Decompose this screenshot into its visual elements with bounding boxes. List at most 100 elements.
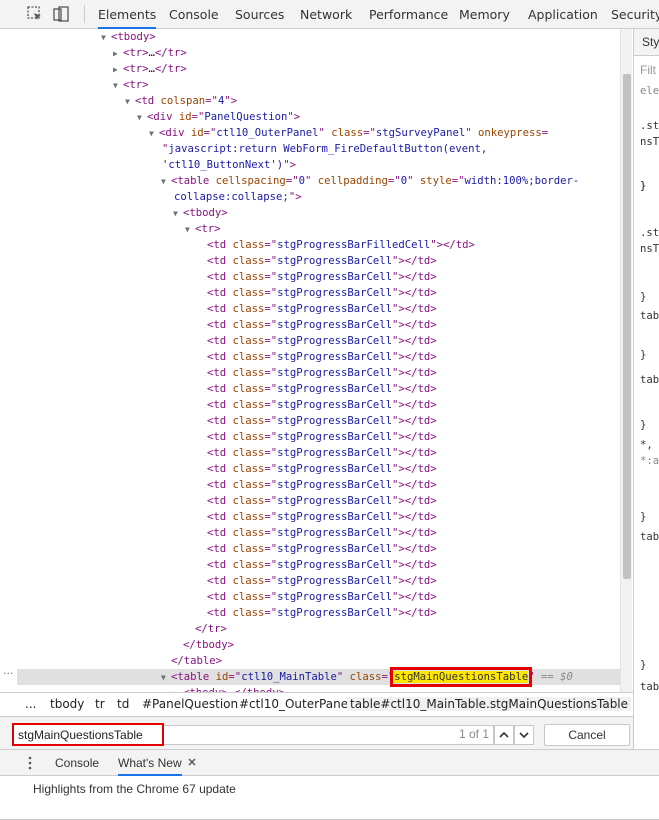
tab-security[interactable]: Security xyxy=(611,0,659,29)
dom-node-line[interactable]: <td class="stgProgressBarCell"></td> xyxy=(17,413,620,429)
more-options-icon[interactable] xyxy=(27,756,33,770)
breadcrumb-item[interactable]: tbody xyxy=(50,697,84,711)
dom-node-line[interactable]: <td class="stgProgressBarFilledCell"></t… xyxy=(17,237,620,253)
whats-new-headline[interactable]: Highlights from the Chrome 67 update xyxy=(33,782,236,796)
dom-node-line[interactable]: ▼ <div id="PanelQuestion"> xyxy=(17,109,620,125)
dom-node-line[interactable]: <td class="stgProgressBarCell"></td> xyxy=(17,509,620,525)
expand-arrow-icon[interactable]: ▼ xyxy=(101,30,111,46)
dom-node-line[interactable]: ▼ <div id="ctl10_OuterPanel" class="stgSu… xyxy=(17,125,620,141)
expand-arrow-icon[interactable]: ▼ xyxy=(149,126,159,142)
collapse-arrow-icon[interactable]: ▶ xyxy=(113,46,123,62)
elements-scrollbar-thumb[interactable] xyxy=(623,74,631,579)
tag-token: = xyxy=(541,127,549,139)
dom-node-line[interactable]: <td class="stgProgressBarCell"></td> xyxy=(17,365,620,381)
elements-scrollbar[interactable] xyxy=(620,29,632,692)
dom-node-line[interactable]: </tr> xyxy=(17,621,620,637)
dom-node-line[interactable]: <td class="stgProgressBarCell"></td> xyxy=(17,477,620,493)
dom-node-line[interactable]: ▼ <table cellspacing="0" cellpadding="0" … xyxy=(17,173,620,189)
dom-node-line[interactable]: ▼ <tbody> xyxy=(17,205,620,221)
expand-arrow-icon[interactable]: ▼ xyxy=(125,94,135,110)
selected-node-ellipsis[interactable]: ... xyxy=(3,664,14,677)
inspect-element-icon[interactable] xyxy=(26,5,44,23)
attr-name-token: class xyxy=(232,495,265,507)
close-icon[interactable] xyxy=(186,756,198,768)
breadcrumb-item[interactable]: table#ctl10_MainTable.stgMainQuestionsTa… xyxy=(347,697,632,711)
dom-node-line[interactable]: 'ctl10_ButtonNext')"> xyxy=(17,157,620,173)
dom-node-line[interactable]: <td class="stgProgressBarCell"></td> xyxy=(17,333,620,349)
style-rule-line: .st xyxy=(640,120,659,132)
breadcrumb-item[interactable]: td xyxy=(117,697,129,711)
dom-node-line[interactable]: <td class="stgProgressBarCell"></td> xyxy=(17,573,620,589)
breadcrumb-item[interactable]: #ctl10_OuterPanel xyxy=(239,697,351,711)
expand-arrow-icon[interactable]: ▼ xyxy=(161,174,171,190)
dom-node-line[interactable]: ▶ <tr>…</tr> xyxy=(17,45,620,61)
dom-node-line[interactable]: </tbody> xyxy=(17,637,620,653)
drawer-tab-what-s-new[interactable]: What's New xyxy=(118,750,182,776)
cancel-button[interactable]: Cancel xyxy=(544,724,630,746)
search-match-count: 1 of 1 xyxy=(459,727,490,741)
style-rule-line: } xyxy=(640,419,647,431)
tag-token: <tr> xyxy=(195,223,221,235)
search-prev-button[interactable] xyxy=(494,725,514,745)
dom-node-line[interactable]: <td class="stgProgressBarCell"></td> xyxy=(17,301,620,317)
selected-dom-node[interactable]: ▼ <table id="ctl10_MainTable" class="stgM… xyxy=(17,667,620,687)
search-next-button[interactable] xyxy=(514,725,534,745)
breadcrumb-item[interactable]: #PanelQuestion xyxy=(142,697,238,711)
device-toolbar-icon[interactable] xyxy=(52,5,70,23)
expand-arrow-icon[interactable]: ▼ xyxy=(137,110,147,126)
expand-arrow-icon[interactable]: ▼ xyxy=(113,78,123,94)
elements-tree[interactable]: ▼ <tbody> ▶ <tr>…</tr> ▶ <tr>…</tr> ▼ <tr> ▼ <td … xyxy=(17,29,620,692)
dom-node-line[interactable]: <td class="stgProgressBarCell"></td> xyxy=(17,429,620,445)
tag-token: =" xyxy=(264,479,278,491)
dom-node-line[interactable]: <td class="stgProgressBarCell"></td> xyxy=(17,253,620,269)
tab-network[interactable]: Network xyxy=(300,0,352,29)
expand-arrow-icon[interactable]: ▼ xyxy=(161,670,171,686)
tab-elements[interactable]: Elements xyxy=(98,0,157,29)
dom-node-line[interactable]: "javascript:return WebForm_FireDefaultBu… xyxy=(17,141,620,157)
tag-token: =" xyxy=(264,607,278,619)
expand-arrow-icon[interactable]: ▼ xyxy=(185,222,195,238)
search-input[interactable] xyxy=(18,727,158,743)
tab-application[interactable]: Application xyxy=(528,0,598,29)
attr-value-token: stgProgressBarCell xyxy=(277,559,392,571)
dom-node-line[interactable]: <td class="stgProgressBarCell"></td> xyxy=(17,269,620,285)
dom-node-line[interactable]: <td class="stgProgressBarCell"></td> xyxy=(17,445,620,461)
attr-name-token: class xyxy=(232,591,265,603)
dom-node-line[interactable]: <td class="stgProgressBarCell"></td> xyxy=(17,525,620,541)
dom-node-line[interactable]: <td class="stgProgressBarCell"></td> xyxy=(17,461,620,477)
expand-arrow-icon[interactable]: ▼ xyxy=(173,206,183,222)
styles-filter-input[interactable]: Filt xyxy=(640,63,656,77)
dom-node-line[interactable]: ▶ <tr>…</tr> xyxy=(17,61,620,77)
dom-node-line[interactable]: ▼ <td colspan="4"> xyxy=(17,93,620,109)
dom-node-line[interactable]: <td class="stgProgressBarCell"></td> xyxy=(17,349,620,365)
dom-node-line[interactable]: <td class="stgProgressBarCell"></td> xyxy=(17,493,620,509)
dom-node-line[interactable]: <td class="stgProgressBarCell"></td> xyxy=(17,557,620,573)
breadcrumb-item[interactable]: ... xyxy=(25,697,36,711)
dom-node-line[interactable]: ▶<tbody>…</tbody> xyxy=(17,685,620,692)
dom-node-line[interactable]: <td class="stgProgressBarCell"></td> xyxy=(17,381,620,397)
tab-console[interactable]: Console xyxy=(169,0,219,29)
attr-name-token: class xyxy=(232,255,265,267)
tag-token: </tr> xyxy=(195,623,227,635)
tag-token: " xyxy=(336,671,350,683)
tag-token: =" xyxy=(191,111,205,123)
dom-node-line[interactable]: collapse:collapse;"> xyxy=(17,189,620,205)
collapse-arrow-icon[interactable]: ▶ xyxy=(113,62,123,78)
dom-node-line[interactable]: <td class="stgProgressBarCell"></td> xyxy=(17,541,620,557)
dom-node-line[interactable]: <td class="stgProgressBarCell"></td> xyxy=(17,605,620,621)
drawer-tab-console[interactable]: Console xyxy=(55,750,99,776)
tab-styles[interactable]: Sty xyxy=(634,29,659,56)
dom-node-line[interactable]: ▼ <tbody> xyxy=(17,29,620,45)
dom-node-line[interactable]: <td class="stgProgressBarCell"></td> xyxy=(17,397,620,413)
tab-memory[interactable]: Memory xyxy=(459,0,510,29)
attr-value-token: stgProgressBarCell xyxy=(277,591,392,603)
tab-sources[interactable]: Sources xyxy=(235,0,284,29)
dom-node-line[interactable]: <td class="stgProgressBarCell"></td> xyxy=(17,285,620,301)
dom-node-line[interactable]: <td class="stgProgressBarCell"></td> xyxy=(17,317,620,333)
dom-node-line[interactable]: </table> xyxy=(17,653,620,669)
breadcrumb-item[interactable]: tr xyxy=(95,697,105,711)
dom-node-line[interactable]: ▼ <tr> xyxy=(17,221,620,237)
dom-node-line[interactable]: ▼ <tr> xyxy=(17,77,620,93)
tab-performance[interactable]: Performance xyxy=(369,0,448,29)
dom-node-line[interactable]: <td class="stgProgressBarCell"></td> xyxy=(17,589,620,605)
